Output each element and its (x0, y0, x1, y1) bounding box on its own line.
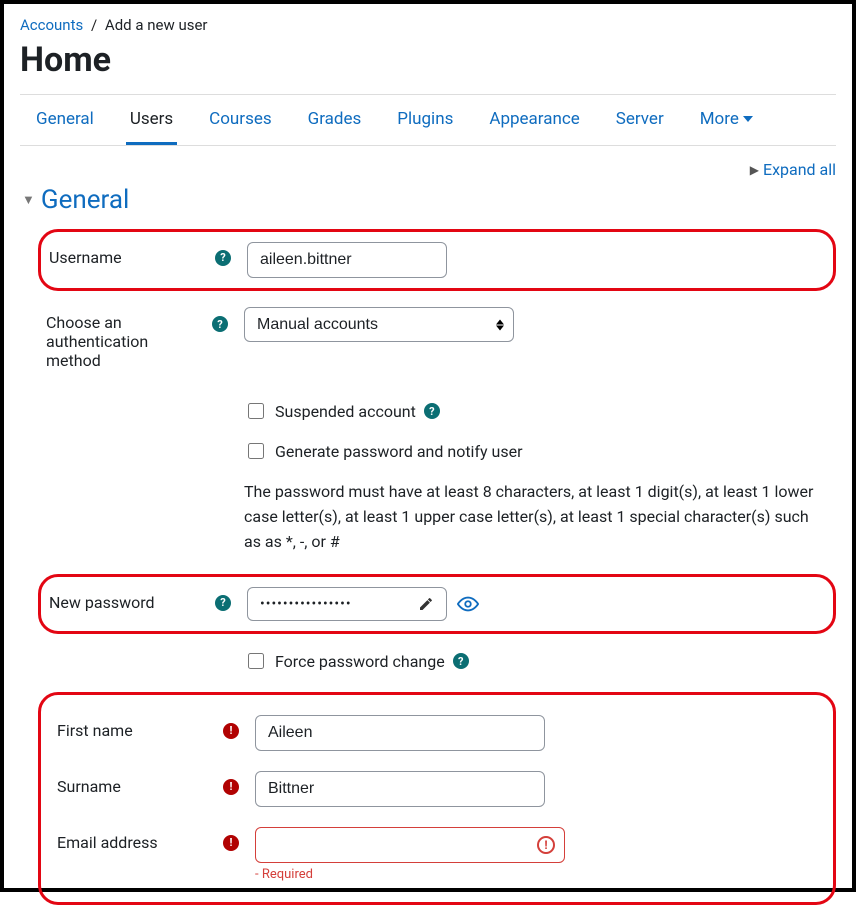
row-checkboxes: Suspended account ? Generate password an… (38, 386, 836, 564)
input-first-name[interactable] (255, 715, 545, 751)
required-icon: ! (223, 723, 239, 739)
tabs-container: General Users Courses Grades Plugins App… (20, 94, 836, 146)
error-icon: ! (537, 836, 555, 854)
label-auth-method: Choose an authentication method (46, 313, 186, 370)
row-auth-method: Choose an authentication method ? Manual… (38, 301, 836, 376)
row-username: Username ? (38, 229, 836, 291)
checkbox-force-password-change[interactable] (248, 653, 264, 669)
tab-more[interactable]: More (696, 95, 757, 145)
chevron-down-icon (743, 114, 753, 124)
expand-all-link[interactable]: ▶ Expand all (750, 160, 836, 179)
label-generate-password: Generate password and notify user (275, 442, 523, 461)
error-text-email: - Required (255, 867, 817, 882)
section-header-general[interactable]: ▼ General (22, 185, 836, 215)
password-masked-value: •••••••••••••••• (260, 596, 352, 612)
tab-courses[interactable]: Courses (205, 95, 275, 145)
label-first-name: First name (57, 721, 133, 740)
input-username[interactable] (247, 242, 447, 278)
tab-plugins[interactable]: Plugins (393, 95, 457, 145)
password-hint-text: The password must have at least 8 charac… (244, 480, 828, 554)
input-surname[interactable] (255, 771, 545, 807)
checkbox-generate-password[interactable] (248, 443, 264, 459)
tab-users[interactable]: Users (126, 95, 177, 145)
help-icon[interactable]: ? (215, 595, 231, 611)
required-icon: ! (223, 835, 239, 851)
eye-icon[interactable] (457, 593, 479, 615)
tab-server[interactable]: Server (612, 95, 668, 145)
triangle-right-icon: ▶ (750, 163, 759, 177)
help-icon[interactable]: ? (424, 403, 440, 419)
label-suspended: Suspended account (275, 402, 416, 421)
section-title: General (41, 185, 129, 215)
breadcrumb: Accounts / Add a new user (20, 16, 836, 34)
row-new-password: New password ? •••••••••••••••• (38, 574, 836, 634)
triangle-down-icon: ▼ (22, 192, 35, 208)
label-force-password-change: Force password change (275, 652, 445, 671)
row-names-block: First name ! Surname ! Email address ! (38, 692, 836, 905)
tab-general[interactable]: General (32, 95, 98, 145)
tab-grades[interactable]: Grades (304, 95, 366, 145)
required-icon: ! (223, 779, 239, 795)
select-auth-method[interactable]: Manual accounts (244, 307, 514, 342)
input-new-password[interactable]: •••••••••••••••• (247, 587, 447, 621)
tab-appearance[interactable]: Appearance (485, 95, 583, 145)
breadcrumb-separator: / (91, 16, 97, 34)
help-icon[interactable]: ? (453, 653, 469, 669)
input-email[interactable] (255, 827, 565, 863)
expand-all-label: Expand all (763, 160, 836, 179)
label-surname: Surname (57, 777, 121, 796)
pencil-icon (418, 596, 434, 612)
help-icon[interactable]: ? (215, 250, 231, 266)
tab-more-label: More (700, 109, 739, 129)
label-new-password: New password (49, 593, 155, 612)
breadcrumb-root-link[interactable]: Accounts (20, 16, 83, 34)
help-icon[interactable]: ? (212, 316, 228, 332)
label-email: Email address (57, 833, 158, 852)
breadcrumb-current: Add a new user (105, 16, 208, 34)
row-force-change: Force password change ? (38, 644, 836, 678)
page-title: Home (20, 40, 836, 80)
checkbox-suspended[interactable] (248, 403, 264, 419)
label-username: Username (49, 248, 122, 267)
